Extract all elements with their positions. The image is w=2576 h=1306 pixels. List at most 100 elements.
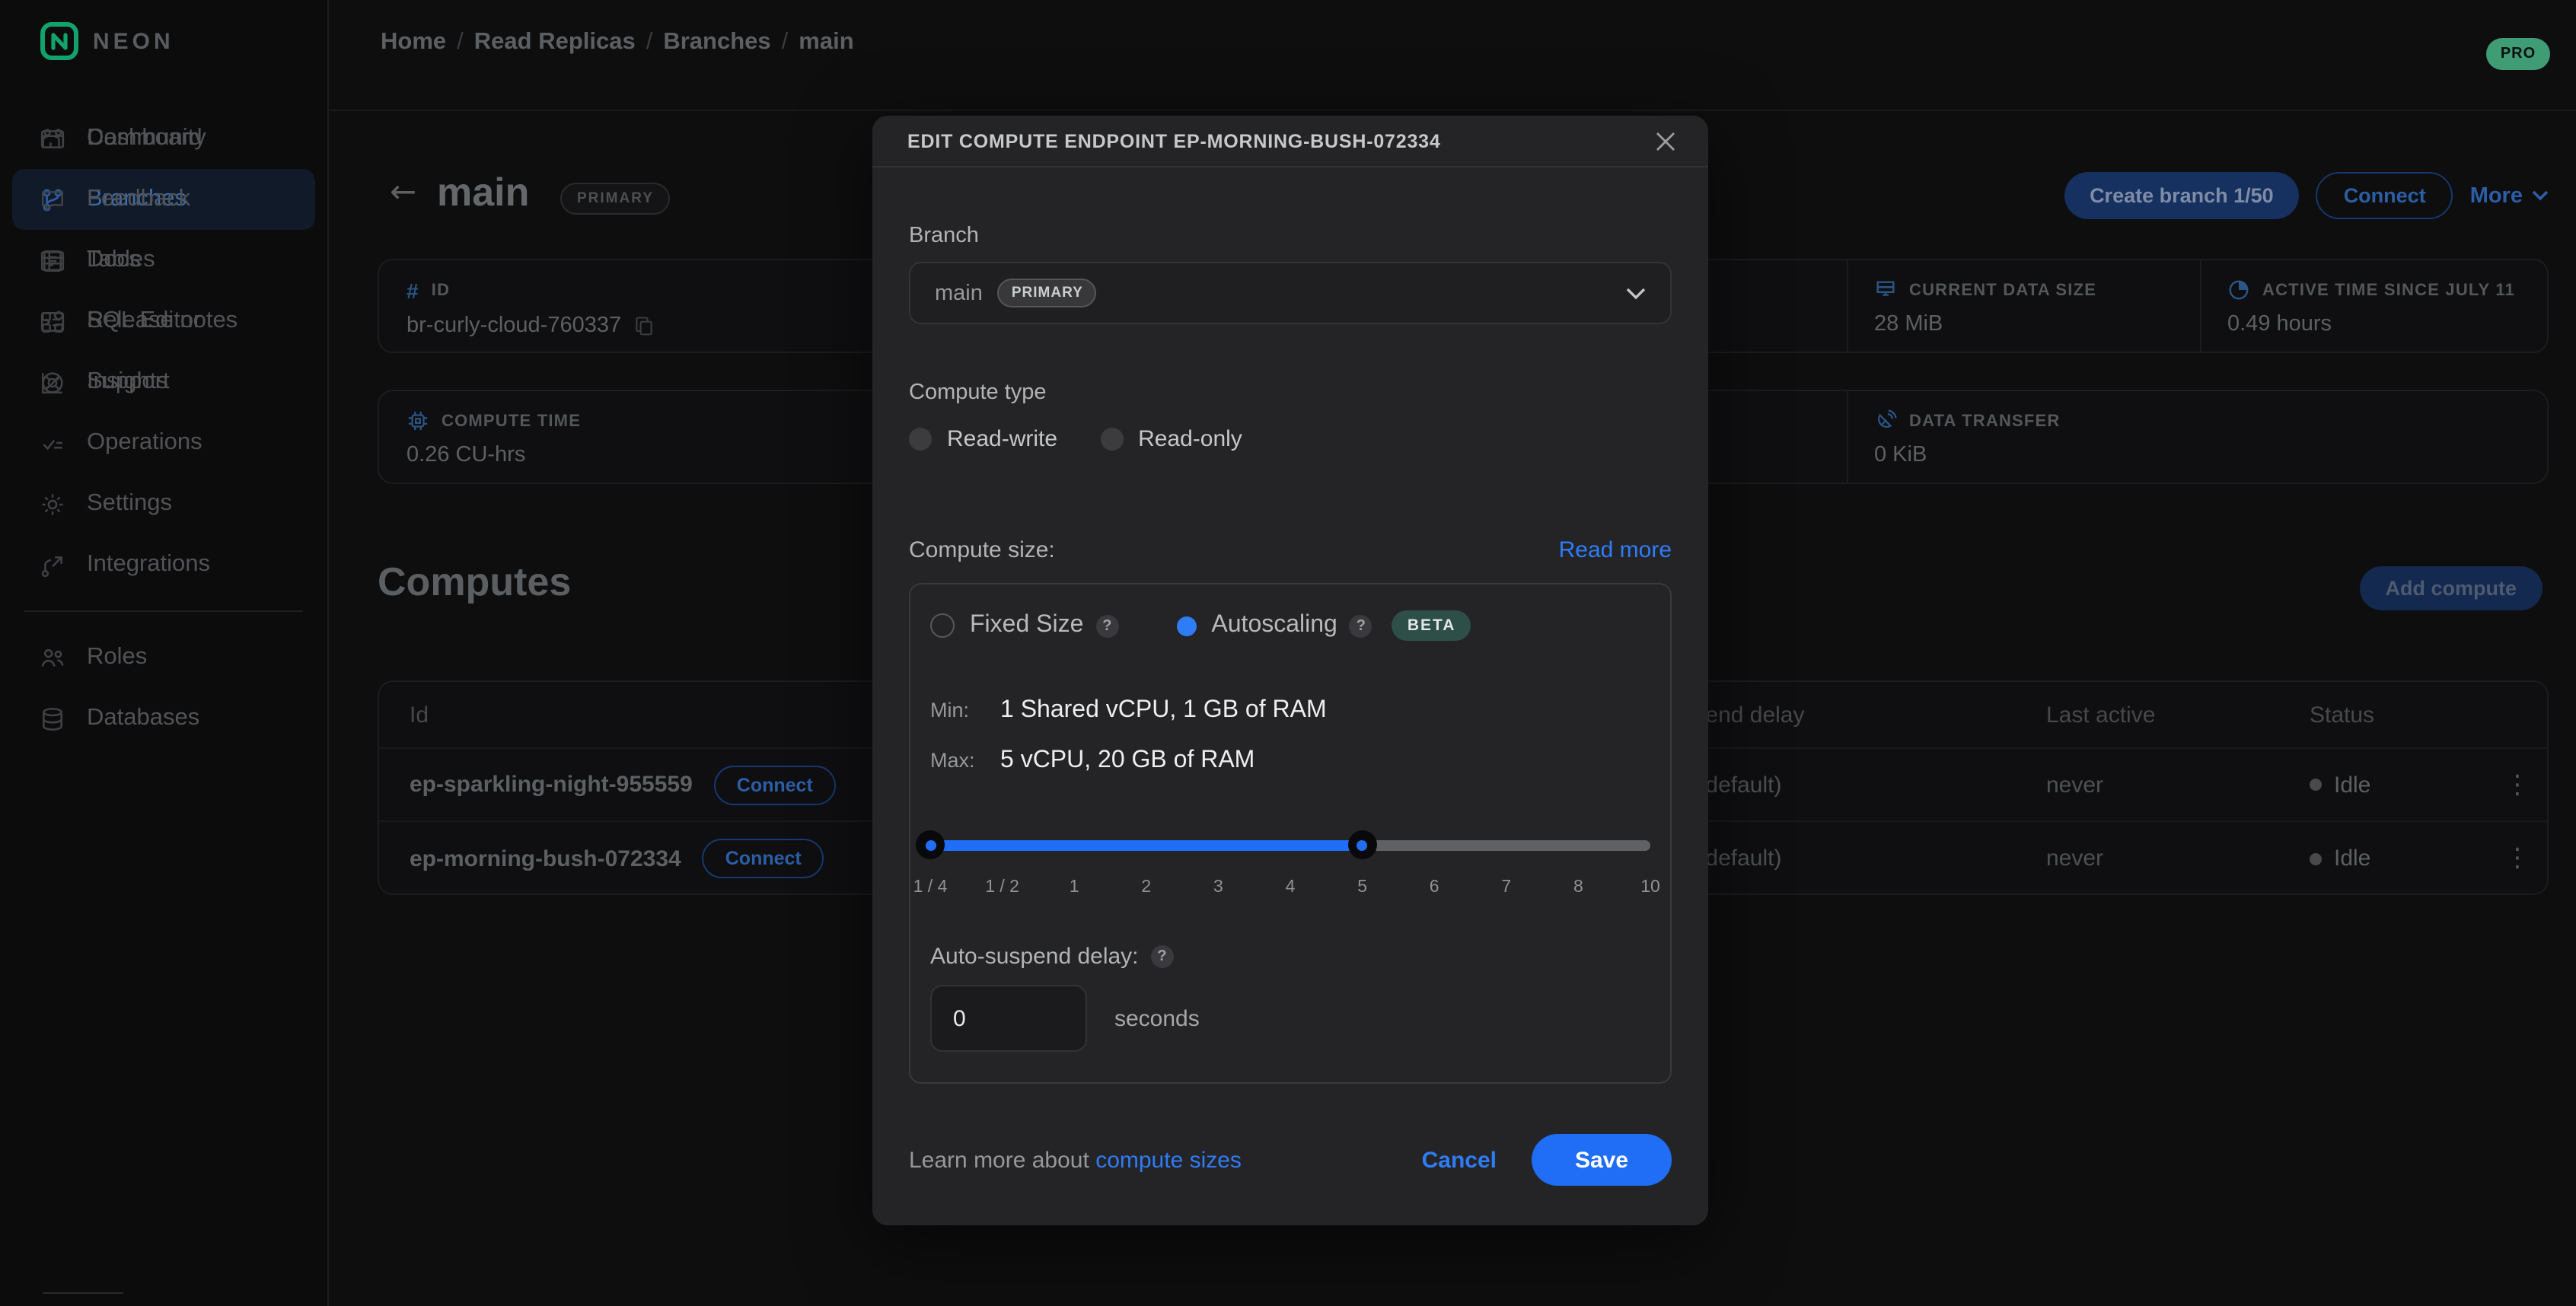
radio-icon [1100,428,1123,451]
stat-active-time: ACTIVE TIME SINCE JULY 11 0.49 hours [2200,260,2515,352]
compute-sizes-link[interactable]: compute sizes [1095,1147,1242,1173]
max-value: 5 vCPU, 20 GB of RAM [1000,747,1255,775]
sidebar-item-community[interactable]: Community [0,108,327,169]
max-label: Max: [930,749,1000,772]
page-title: main [437,169,529,216]
stat-label: ID [432,282,450,300]
stat-label: ACTIVE TIME SINCE JULY 11 [2262,281,2515,299]
min-label: Min: [930,699,1000,721]
copy-icon[interactable] [633,315,655,336]
column-header-last-active: Last active [2046,702,2155,728]
back-arrow-icon[interactable]: ← [390,174,416,210]
compute-size-header: Compute size: Read more [909,537,1672,563]
sidebar: NEON Dashboard Branches Tables SQL Edito… [0,0,329,1306]
branch-select[interactable]: main PRIMARY [909,262,1672,324]
support-icon [40,369,65,395]
app-window: NEON Dashboard Branches Tables SQL Edito… [0,0,2576,1306]
primary-branch-badge: PRIMARY [560,183,671,215]
fixed-size-radio-icon[interactable] [930,613,955,638]
sidebar-item-label: Docs [87,247,141,274]
modal-body: Branch main PRIMARY Compute type Read-wr… [872,224,1708,1186]
stat-value: 28 MiB [1874,312,2096,336]
max-size-row: Max: 5 vCPU, 20 GB of RAM [930,747,1650,775]
stat-data-transfer: DATA TRANSFER 0 KiB [1847,391,2061,483]
min-size-row: Min: 1 Shared vCPU, 1 GB of RAM [930,697,1650,725]
close-icon[interactable] [1653,129,1678,153]
topbar-divider [329,110,2576,111]
status-badge: Idle [2334,846,2370,871]
breadcrumb-home[interactable]: Home [381,29,446,55]
read-more-link[interactable]: Read more [1559,537,1672,563]
auto-suspend-label-row: Auto-suspend delay: ? [930,944,1650,970]
auto-suspend-unit: seconds [1114,1005,1200,1031]
breadcrumb-main[interactable]: main [799,29,853,55]
fixed-size-label: Fixed Size [970,612,1083,639]
compute-id: ep-morning-bush-072334 [410,846,681,871]
edit-compute-endpoint-modal: EDIT COMPUTE ENDPOINT EP-MORNING-BUSH-07… [872,116,1708,1225]
stat-value: 0.49 hours [2227,312,2515,336]
sidebar-item-release-notes[interactable]: Release notes [0,291,327,352]
tick-label: 1 / 2 [985,878,1019,897]
neon-logo[interactable]: NEON [40,21,174,61]
help-icon[interactable]: ? [1095,614,1118,637]
cancel-button[interactable]: Cancel [1422,1147,1497,1173]
sidebar-item-feedback[interactable]: Feedback [0,169,327,230]
breadcrumb-branches[interactable]: Branches [663,29,770,55]
size-mode-options: Fixed Size ? Autoscaling ? BETA [930,610,1650,641]
stat-label: DATA TRANSFER [1909,412,2061,430]
release-notes-icon [40,308,65,334]
sidebar-item-label: Release notes [87,307,238,335]
autoscaling-radio-icon[interactable] [1176,616,1196,635]
more-menu[interactable]: More [2470,183,2549,208]
slider-max-handle[interactable] [1348,830,1377,859]
last-active-cell: never [2046,846,2103,871]
compute-type-label: Compute type [909,381,1672,405]
chevron-down-icon [2532,190,2549,201]
branch-select-value: main [935,281,983,305]
stat-value: 0.26 CU-hrs [406,443,581,467]
auto-suspend-input[interactable] [930,985,1087,1052]
help-icon[interactable]: ? [1350,614,1372,637]
plan-badge[interactable]: PRO [2486,38,2550,70]
stat-value: br-curly-cloud-760337 [406,314,621,338]
row-connect-button[interactable]: Connect [703,839,824,878]
modal-header: EDIT COMPUTE ENDPOINT EP-MORNING-BUSH-07… [872,116,1708,167]
compute-size-slider [930,831,1650,860]
tick-label: 7 [1501,878,1511,897]
data-transfer-icon [1874,409,1897,432]
column-header-id: Id [410,702,429,728]
radio-read-only[interactable]: Read-only [1100,426,1242,452]
sidebar-item-support[interactable]: Support [0,352,327,413]
tick-label: 8 [1573,878,1583,897]
chevron-down-icon [1626,287,1646,299]
tick-label: 6 [1430,878,1439,897]
sidebar-item-label: Community [87,125,206,152]
slider-min-handle[interactable] [916,830,945,859]
tick-label: 3 [1213,878,1223,897]
modal-title: EDIT COMPUTE ENDPOINT EP-MORNING-BUSH-07… [907,130,1441,151]
clock-icon [2227,279,2250,301]
primary-badge: PRIMARY [998,279,1097,307]
autoscaling-label: Autoscaling [1211,612,1337,639]
kebab-menu-icon[interactable]: ⋮ [2504,843,2530,874]
add-compute-button[interactable]: Add compute [2360,566,2543,610]
docs-icon [40,247,65,273]
column-header-status: Status [2310,702,2374,728]
kebab-menu-icon[interactable]: ⋮ [2504,769,2530,800]
computes-heading: Computes [378,559,571,606]
tick-label: 5 [1357,878,1367,897]
page-actions: Create branch 1/50 Connect More [2064,172,2549,219]
help-icon[interactable]: ? [1151,945,1174,968]
radio-read-write[interactable]: Read-write [909,426,1057,452]
sidebar-item-docs[interactable]: Docs [0,230,327,291]
row-connect-button[interactable]: Connect [714,765,836,804]
status-badge: Idle [2334,772,2370,798]
create-branch-button[interactable]: Create branch 1/50 [2064,172,2300,219]
save-button[interactable]: Save [1532,1134,1672,1186]
branch-field-label: Branch [909,224,1672,248]
breadcrumb-read-replicas[interactable]: Read Replicas [474,29,636,55]
stat-data-size: CURRENT DATA SIZE 28 MiB [1847,260,2096,352]
sidebar-bottom-divider [43,1292,123,1294]
neon-logo-icon [40,21,79,61]
connect-button[interactable]: Connect [2316,172,2453,219]
